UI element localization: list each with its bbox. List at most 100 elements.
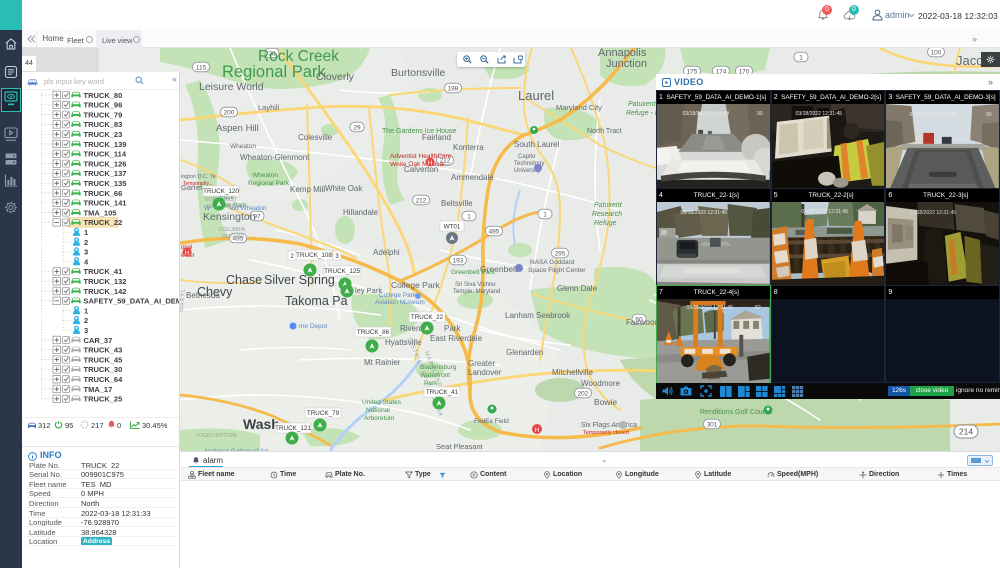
- svg-text:TRUCK_64: TRUCK_64: [84, 375, 124, 384]
- svg-text:90: 90: [986, 112, 992, 118]
- svg-text:03/18/2022 12:31:45: 03/18/2022 12:31:45: [681, 210, 728, 216]
- svg-text:Capito: Capito: [518, 154, 536, 160]
- svg-text:Six Flags America: Six Flags America: [581, 422, 637, 429]
- svg-text:03/18/2022 12:31:45: 03/18/2022 12:31:45: [801, 209, 848, 215]
- svg-text:Mitchellville: Mitchellville: [552, 368, 593, 377]
- svg-text:200: 200: [224, 109, 235, 116]
- svg-text:115: 115: [196, 64, 207, 71]
- svg-text:Aviation Museum: Aviation Museum: [375, 299, 425, 306]
- svg-text:Mt Rainier: Mt Rainier: [364, 358, 401, 367]
- svg-text:TRUCK_25: TRUCK_25: [84, 395, 123, 404]
- svg-text:Wheaton: Wheaton: [230, 143, 256, 150]
- svg-text:United States: United States: [362, 399, 402, 406]
- svg-text:1: 1: [84, 306, 88, 315]
- svg-text:212: 212: [416, 197, 427, 204]
- svg-text:TRUCK_126: TRUCK_126: [84, 159, 127, 168]
- svg-text:2: 2: [84, 238, 88, 247]
- svg-text:TRUCK_79: TRUCK_79: [84, 110, 123, 119]
- svg-text:Bowie: Bowie: [594, 397, 617, 407]
- svg-text:TRUCK_142: TRUCK_142: [84, 287, 127, 296]
- svg-text:03/18/2022 12:13:09: 03/18/2022 12:13:09: [910, 112, 957, 118]
- svg-text:White Oak: White Oak: [325, 184, 363, 193]
- svg-text:Temporarily closed: Temporarily closed: [583, 430, 629, 436]
- svg-text:Greater: Greater: [468, 359, 495, 368]
- svg-text:Junction: Junction: [606, 58, 647, 70]
- svg-text:TRUCK_66: TRUCK_66: [84, 189, 123, 198]
- svg-text:Colesville: Colesville: [298, 133, 333, 142]
- svg-text:The Gardens Ice House: The Gardens Ice House: [382, 128, 456, 135]
- svg-text:Research: Research: [592, 211, 622, 218]
- svg-text:1: 1: [799, 54, 803, 61]
- svg-text:COLUMBIA: COLUMBIA: [219, 227, 246, 233]
- svg-text:214: 214: [959, 427, 973, 437]
- svg-text:90: 90: [757, 111, 763, 117]
- svg-text:Wheaton-Glenmont: Wheaton-Glenmont: [240, 153, 310, 162]
- svg-text:TRUCK_83: TRUCK_83: [84, 120, 123, 129]
- svg-text:Ammendale: Ammendale: [451, 173, 494, 182]
- svg-text:TRUCK_43: TRUCK_43: [84, 346, 123, 355]
- svg-text:TRUCK_22: TRUCK_22: [84, 218, 123, 227]
- svg-text:4: 4: [84, 257, 89, 266]
- svg-text:Woodmore: Woodmore: [581, 379, 621, 388]
- svg-text:North Tract: North Tract: [587, 128, 622, 135]
- svg-text:SAFETY_59_DATA_AI_DEMO: SAFETY_59_DATA_AI_DEMO: [84, 297, 181, 306]
- svg-text:ley Park: ley Park: [355, 286, 382, 295]
- svg-text:TRUCK_86: TRUCK_86: [357, 329, 390, 336]
- svg-text:Laurel: Laurel: [518, 88, 554, 103]
- svg-text:me Depot: me Depot: [299, 323, 327, 330]
- svg-text:Refuge: Refuge: [594, 220, 617, 227]
- svg-text:CAR_37: CAR_37: [84, 336, 113, 345]
- svg-text:82: 82: [755, 305, 761, 311]
- svg-text:Renditions Golf Course: Renditions Golf Course: [700, 409, 772, 416]
- svg-text:Greenbelt Park: Greenbelt Park: [451, 269, 495, 276]
- svg-text:TRUCK_80: TRUCK_80: [84, 91, 123, 100]
- svg-text:TRUCK_30: TRUCK_30: [84, 365, 123, 374]
- svg-text:Patuxent: Patuxent: [594, 202, 623, 209]
- svg-text:Hyattsville: Hyattsville: [385, 338, 422, 347]
- svg-text:Glenn Dale: Glenn Dale: [557, 284, 598, 293]
- svg-text:TRUCK_23: TRUCK_23: [84, 130, 123, 139]
- svg-text:TRUCK_114: TRUCK_114: [84, 150, 127, 159]
- svg-text:Aspen Hill: Aspen Hill: [216, 123, 259, 134]
- svg-text:1: 1: [543, 211, 547, 218]
- svg-text:Landover: Landover: [468, 368, 502, 377]
- svg-text:Bethesda: Bethesda: [186, 291, 220, 300]
- svg-text:Cloverly: Cloverly: [316, 71, 355, 83]
- svg-text:College Park: College Park: [379, 292, 417, 299]
- svg-text:TRUCK_96: TRUCK_96: [84, 101, 123, 110]
- svg-text:193: 193: [453, 257, 464, 264]
- svg-text:29: 29: [353, 124, 361, 131]
- svg-text:TRUCK_141: TRUCK_141: [84, 199, 127, 208]
- svg-text:Adelphi: Adelphi: [373, 248, 400, 257]
- svg-text:TRUCK_41: TRUCK_41: [426, 389, 459, 396]
- svg-text:East Riverdale: East Riverdale: [430, 334, 483, 343]
- svg-text:Adventist HealthCare: Adventist HealthCare: [390, 153, 452, 160]
- svg-text:Takoma Pa: Takoma Pa: [285, 294, 348, 308]
- svg-text:03/18/2022 12:31:45: 03/18/2022 12:31:45: [795, 111, 842, 117]
- svg-text:FedEx Field: FedEx Field: [474, 418, 509, 425]
- svg-text:100: 100: [931, 49, 942, 56]
- svg-text:ington D.C. Te: ington D.C. Te: [181, 174, 216, 180]
- svg-text:Kemp Mill: Kemp Mill: [290, 185, 325, 194]
- svg-text:TRUCK_139: TRUCK_139: [84, 140, 127, 149]
- svg-text:Fairwood: Fairwood: [626, 318, 659, 327]
- svg-text:TRUCK_135: TRUCK_135: [84, 179, 127, 188]
- svg-text:H: H: [428, 161, 432, 167]
- svg-text:202: 202: [578, 390, 589, 397]
- svg-text:Temple: Maryland: Temple: Maryland: [453, 289, 500, 295]
- svg-text:TRUCK_120: TRUCK_120: [203, 188, 239, 195]
- svg-text:Wheaton: Wheaton: [252, 172, 278, 179]
- svg-text:H: H: [185, 251, 189, 257]
- svg-text:Space Flight Center: Space Flight Center: [528, 267, 586, 274]
- svg-text:Hillandale: Hillandale: [343, 208, 379, 217]
- svg-text:Leisure World: Leisure World: [199, 81, 264, 93]
- svg-text:H: H: [535, 427, 540, 434]
- svg-text:FOGGY BOTTOM: FOGGY BOTTOM: [196, 433, 237, 439]
- svg-text:South Laurel: South Laurel: [514, 140, 560, 149]
- svg-text:Glenarden: Glenarden: [506, 348, 543, 357]
- svg-text:Maryland City: Maryland City: [556, 103, 602, 112]
- svg-text:White Oak Medical...: White Oak Medical...: [390, 161, 450, 168]
- svg-text:03/18/2022 12:31:45: 03/18/2022 12:31:45: [686, 305, 733, 311]
- svg-text:Regional Park: Regional Park: [248, 180, 290, 187]
- svg-text:TRUCK_41: TRUCK_41: [84, 267, 123, 276]
